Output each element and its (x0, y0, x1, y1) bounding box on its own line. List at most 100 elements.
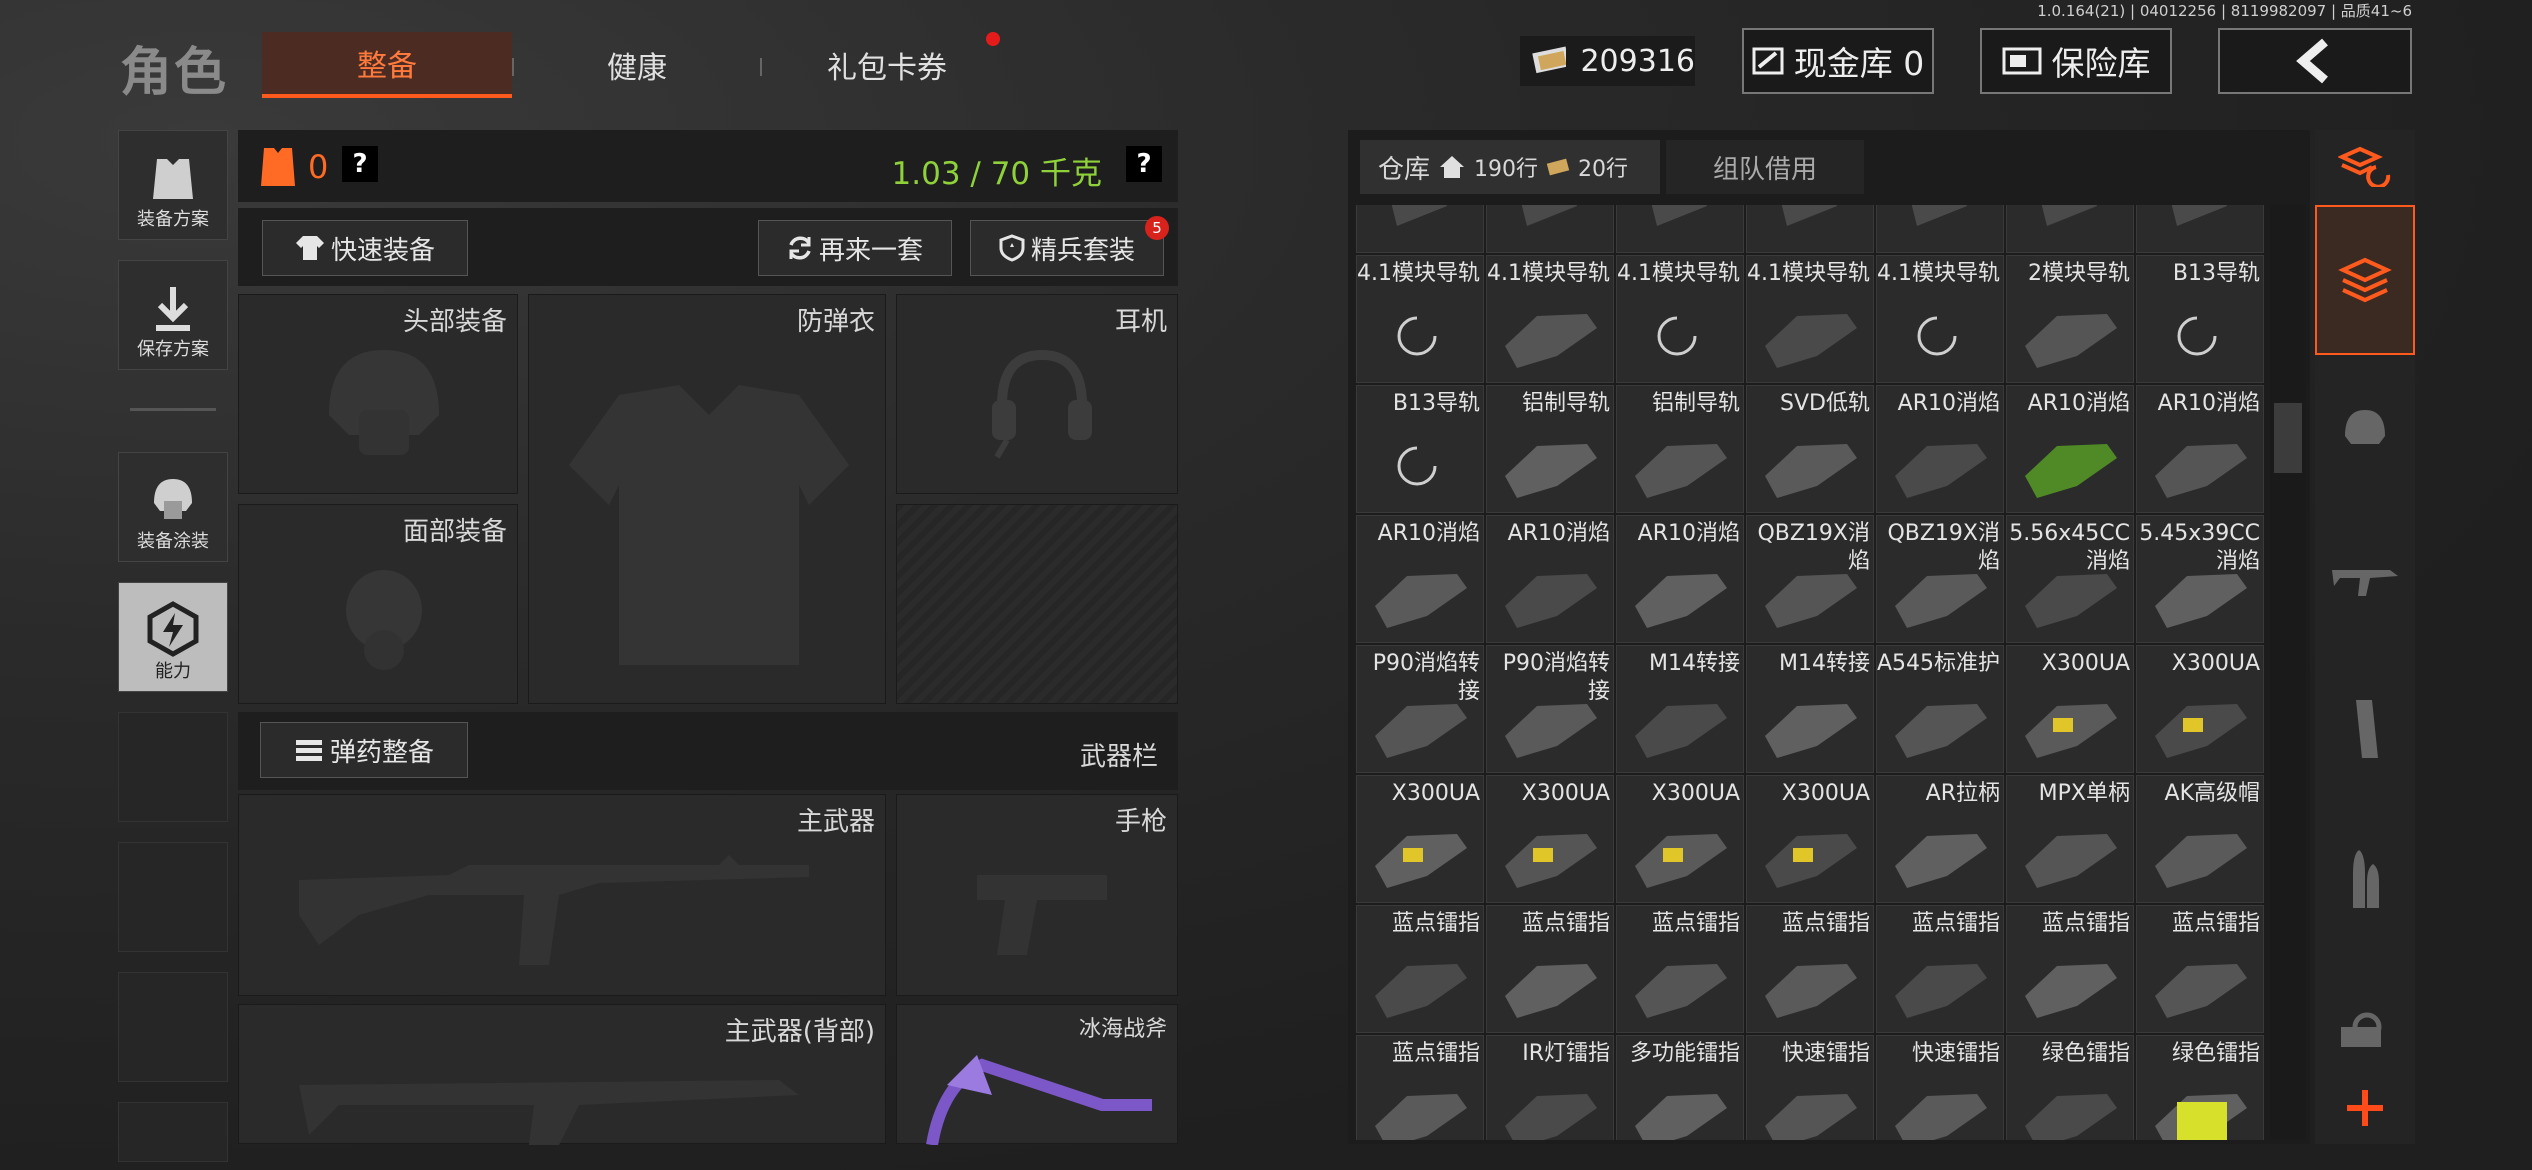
warehouse-item[interactable]: 快速镭指 (1876, 1035, 2004, 1140)
warehouse-item[interactable]: 4.1模块导轨 (1746, 255, 1874, 383)
warehouse-item[interactable] (2006, 205, 2134, 253)
warehouse-item[interactable]: M14转接 (1616, 645, 1744, 773)
warehouse-item[interactable]: 蓝点镭指 (1876, 905, 2004, 1033)
warehouse-item[interactable] (1616, 205, 1744, 253)
warehouse-item[interactable]: QBZ19X消焰 (1746, 515, 1874, 643)
warehouse-item[interactable]: P90消焰转接 (1486, 645, 1614, 773)
ammo-button[interactable]: 弹药整备 (260, 722, 468, 778)
warehouse-item[interactable]: P90消焰转接 (1356, 645, 1484, 773)
warehouse-item[interactable]: X300UA (1356, 775, 1484, 903)
quick-equip-button[interactable]: 快速装备 (262, 220, 468, 276)
warehouse-item[interactable]: AR拉柄 (1876, 775, 2004, 903)
filter-helmet[interactable] (2315, 355, 2415, 505)
filter-magazine[interactable] (2315, 655, 2415, 805)
equip-plan-button[interactable]: 装备方案 (118, 130, 228, 240)
warehouse-item[interactable]: 5.45x39CC消焰 (2136, 515, 2264, 643)
cash-store-button[interactable]: 现金库 0 (1742, 28, 1934, 94)
save-plan-button[interactable]: 保存方案 (118, 260, 228, 370)
pistol-slot[interactable]: 手枪 (896, 794, 1178, 996)
warehouse-item[interactable]: X300UA (1746, 775, 1874, 903)
warehouse-item[interactable]: M14转接 (1746, 645, 1874, 773)
item-icon (1505, 1094, 1597, 1140)
ability-button[interactable]: 能力 (118, 582, 228, 692)
armor-help-icon[interactable]: ? (342, 146, 378, 182)
tab-gift[interactable]: 礼包卡券 (762, 32, 1012, 98)
warehouse-item[interactable] (1486, 205, 1614, 253)
warehouse-item[interactable]: AR10消焰 (1356, 515, 1484, 643)
weight-help-icon[interactable]: ? (1126, 146, 1162, 182)
warehouse-item[interactable]: 多功能镭指 (1616, 1035, 1744, 1140)
warehouse-item[interactable]: 2模块导轨 (2006, 255, 2134, 383)
melee-slot[interactable]: 冰海战斧 (896, 1004, 1178, 1145)
warehouse-item[interactable]: 4.1模块导轨 (1486, 255, 1614, 383)
warehouse-item[interactable]: B13导轨 (2136, 255, 2264, 383)
warehouse-item[interactable] (2136, 205, 2264, 253)
filter-ammo[interactable] (2315, 805, 2415, 955)
empty-slot-1 (118, 712, 228, 822)
warehouse-item[interactable]: B13导轨 (1356, 385, 1484, 513)
warehouse-tab[interactable]: 仓库 190行 20行 (1360, 140, 1660, 194)
warehouse-item[interactable]: 蓝点镭指 (1486, 905, 1614, 1033)
warehouse-item[interactable]: 快速镭指 (1746, 1035, 1874, 1140)
safe-store-button[interactable]: 保险库 (1980, 28, 2172, 94)
warehouse-item[interactable]: 蓝点镭指 (1356, 905, 1484, 1033)
warehouse-item[interactable]: 蓝点镭指 (1616, 905, 1744, 1033)
warehouse-item[interactable]: IR灯镭指 (1486, 1035, 1614, 1140)
warehouse-item[interactable] (1876, 205, 2004, 253)
warehouse-item[interactable]: AR10消焰 (2006, 385, 2134, 513)
sort-button[interactable] (2315, 130, 2415, 202)
team-borrow-tab[interactable]: 组队借用 (1666, 140, 1864, 194)
face-slot[interactable]: 面部装备 (238, 504, 518, 704)
warehouse-item[interactable]: X300UA (2136, 645, 2264, 773)
head-slot[interactable]: 头部装备 (238, 294, 518, 494)
warehouse-item[interactable]: X300UA (1486, 775, 1614, 903)
filter-weapon[interactable] (2315, 505, 2415, 655)
vest-slot[interactable]: 防弹衣 (528, 294, 886, 704)
warehouse-item[interactable]: 蓝点镭指 (2136, 905, 2264, 1033)
left-divider (130, 408, 216, 411)
warehouse-item[interactable]: 绿色镭指 (2136, 1035, 2264, 1140)
warehouse-item[interactable]: A545标准护 (1876, 645, 2004, 773)
warehouse-item[interactable]: 4.1模块导轨 (1876, 255, 2004, 383)
warehouse-item[interactable]: 铝制导轨 (1616, 385, 1744, 513)
again-button[interactable]: 再来一套 (758, 220, 952, 276)
back-button[interactable] (2218, 28, 2412, 94)
elite-set-button[interactable]: 精兵套装 (970, 220, 1164, 276)
warehouse-item[interactable] (1356, 205, 1484, 253)
warehouse-item[interactable]: 蓝点镭指 (1356, 1035, 1484, 1140)
warehouse-item[interactable]: 蓝点镭指 (1746, 905, 1874, 1033)
warehouse-item[interactable] (1746, 205, 1874, 253)
warehouse-item[interactable]: 蓝点镭指 (2006, 905, 2134, 1033)
warehouse-item[interactable]: MPX单柄 (2006, 775, 2134, 903)
add-filter-button[interactable] (2315, 1072, 2415, 1144)
warehouse-item[interactable]: 5.56x45CC消焰 (2006, 515, 2134, 643)
warehouse-item[interactable]: AK高级帽 (2136, 775, 2264, 903)
tab-equip[interactable]: 整备 (262, 32, 512, 98)
vest-slot-label: 防弹衣 (796, 307, 875, 337)
filter-all[interactable] (2315, 205, 2415, 355)
warehouse-item[interactable]: 铝制导轨 (1486, 385, 1614, 513)
warehouse-item[interactable]: X300UA (2006, 645, 2134, 773)
primary-back-slot[interactable]: 主武器(背部) (238, 1004, 886, 1145)
warehouse-item[interactable]: X300UA (1616, 775, 1744, 903)
item-name: 绿色镭指 (2171, 1041, 2260, 1066)
warehouse-item[interactable]: AR10消焰 (1486, 515, 1614, 643)
warehouse-item[interactable]: 4.1模块导轨 (1616, 255, 1744, 383)
warehouse-item[interactable]: AR10消焰 (1876, 385, 2004, 513)
item-name: AR10消焰 (1637, 521, 1740, 546)
warehouse-item[interactable]: AR10消焰 (1616, 515, 1744, 643)
cash-store-icon (1752, 47, 1784, 75)
warehouse-item[interactable]: 4.1模块导轨 (1356, 255, 1484, 383)
grid-scroll-thumb[interactable] (2274, 403, 2302, 473)
warehouse-item[interactable]: 绿色镭指 (2006, 1035, 2134, 1140)
equip-paint-button[interactable]: 装备涂装 (118, 452, 228, 562)
headset-slot[interactable]: 耳机 (896, 294, 1178, 494)
item-icon (2177, 316, 2217, 356)
grid-scroll-track[interactable] (2270, 205, 2306, 1140)
warehouse-item[interactable]: SVD低轨 (1746, 385, 1874, 513)
item-name: AR拉柄 (1925, 781, 2000, 806)
warehouse-item[interactable]: QBZ19X消焰 (1876, 515, 2004, 643)
tab-health[interactable]: 健康 (512, 32, 762, 98)
primary-weapon-slot[interactable]: 主武器 (238, 794, 886, 996)
warehouse-item[interactable]: AR10消焰 (2136, 385, 2264, 513)
